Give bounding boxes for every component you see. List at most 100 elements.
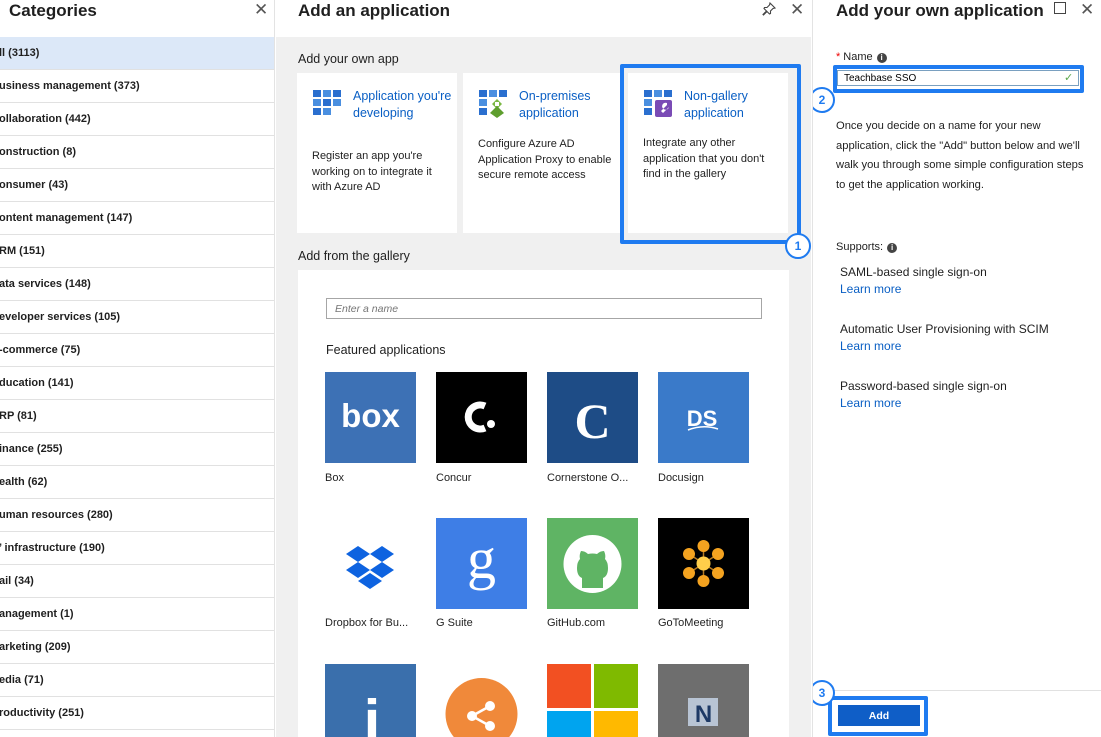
app-tile-label: Concur	[436, 472, 472, 484]
category-item[interactable]: usiness management (373)	[0, 70, 274, 103]
category-item[interactable]: ealth (62)	[0, 466, 274, 499]
info-icon[interactable]: i	[876, 53, 887, 63]
categories-panel: Categories ✕ ll (3113) usiness managemen…	[0, 0, 275, 737]
github-logo-icon	[547, 518, 638, 609]
supports-label: Supports: i	[836, 241, 898, 253]
app-tile-github[interactable]	[547, 518, 638, 609]
category-item[interactable]: anagement (1)	[0, 598, 274, 631]
card-description: Integrate any other application that you…	[643, 137, 765, 180]
dropbox-logo-icon	[325, 518, 416, 609]
add-button[interactable]: Add	[838, 705, 920, 726]
app-tile-label: GoToMeeting	[658, 617, 724, 629]
card-app-developing[interactable]: Application you're developing Register a…	[297, 73, 457, 233]
card-on-premises[interactable]: On-premises application Configure Azure …	[463, 73, 623, 233]
gallery-box: Featured applications box Box Concur	[298, 270, 789, 737]
svg-text:N: N	[695, 701, 712, 728]
categories-list: ll (3113) usiness management (373) ollab…	[0, 37, 274, 730]
category-item[interactable]: ’ infrastructure (190)	[0, 532, 274, 565]
category-item[interactable]: arketing (209)	[0, 631, 274, 664]
category-item[interactable]: ail (34)	[0, 565, 274, 598]
category-item[interactable]: onsumer (43)	[0, 169, 274, 202]
card-description: Register an app you're working on to int…	[312, 150, 432, 193]
app-grid-icon	[312, 88, 342, 118]
app-tile-docusign[interactable]: DS	[658, 372, 749, 463]
support-item: Password-based single sign-on Learn more	[840, 378, 1007, 412]
step-badge: 1	[785, 233, 811, 259]
category-item[interactable]: inance (255)	[0, 433, 274, 466]
learn-more-link[interactable]: Learn more	[840, 394, 1007, 412]
support-item: Automatic User Provisioning with SCIM Le…	[840, 321, 1049, 355]
category-item[interactable]: ducation (141)	[0, 367, 274, 400]
svg-text:g: g	[467, 526, 496, 591]
learn-more-link[interactable]: Learn more	[840, 337, 1049, 355]
app-tile-label: Cornerstone O...	[547, 472, 629, 484]
panel-title: Add your own application	[836, 1, 1044, 20]
card-title: Non-gallery application	[684, 89, 748, 120]
panel-title: Add an application	[298, 1, 451, 20]
app-tile-netsuite[interactable]: N	[658, 664, 749, 737]
category-item[interactable]: ollaboration (442)	[0, 103, 274, 136]
app-proxy-icon	[478, 88, 508, 118]
featured-label: Featured applications	[326, 343, 446, 357]
gallery-search-input[interactable]	[326, 298, 762, 319]
category-item[interactable]: edia (71)	[0, 664, 274, 697]
add-own-application-panel: Add your own application ✕ *Namei ✓ 2 On…	[812, 0, 1101, 737]
app-tile-box[interactable]: box	[325, 372, 416, 463]
name-field-label: * Name i	[836, 51, 887, 63]
checkmark-icon: ✓	[1064, 72, 1074, 84]
app-tile-label: GitHub.com	[547, 617, 606, 629]
azure-portal-window: Categories ✕ ll (3113) usiness managemen…	[0, 0, 1101, 737]
add-application-header: Add an application ✕	[276, 0, 811, 37]
gallery-section-label: Add from the gallery	[298, 249, 410, 263]
app-tile-jive[interactable]: j	[325, 664, 416, 737]
jive-logo-icon: j	[325, 664, 416, 737]
svg-text:box: box	[341, 397, 400, 434]
app-tile-label: Dropbox for Bu...	[325, 617, 409, 629]
microsoft-logo-icon	[547, 664, 638, 737]
category-item[interactable]: eveloper services (105)	[0, 301, 274, 334]
box-logo-icon: box	[325, 372, 416, 463]
app-tile-concur[interactable]	[436, 372, 527, 463]
support-item: SAML-based single sign-on Learn more	[840, 264, 987, 298]
category-item[interactable]: roductivity (251)	[0, 697, 274, 730]
pin-icon[interactable]	[762, 1, 777, 19]
app-tile-microsoft[interactable]	[547, 664, 638, 737]
app-tile-cornerstone[interactable]: C	[547, 372, 638, 463]
categories-header: Categories ✕	[8, 0, 274, 36]
category-item[interactable]: -commerce (75)	[0, 334, 274, 367]
app-tile-gsuite[interactable]: g	[436, 518, 527, 609]
app-tile-dropbox[interactable]	[325, 518, 416, 609]
add-application-panel: Add an application ✕ Add your own app Ap…	[276, 0, 811, 737]
docusign-logo-icon: DS	[658, 372, 749, 463]
maximize-icon[interactable]	[1054, 2, 1066, 14]
share-logo-icon	[436, 664, 527, 737]
category-item[interactable]: ata services (148)	[0, 268, 274, 301]
category-item[interactable]: onstruction (8)	[0, 136, 274, 169]
gsuite-logo-icon: g	[436, 518, 527, 609]
own-app-section-label: Add your own app	[298, 52, 399, 66]
app-tile-gotomeeting[interactable]	[658, 518, 749, 609]
card-non-gallery[interactable]: Non-gallery application Integrate any ot…	[628, 73, 788, 233]
app-name-input[interactable]	[837, 70, 1079, 86]
netsuite-logo-icon: N	[658, 664, 749, 737]
info-icon[interactable]: i	[887, 243, 898, 253]
close-icon[interactable]: ✕	[254, 0, 268, 20]
app-tile-label: Box	[325, 472, 344, 484]
learn-more-link[interactable]: Learn more	[840, 280, 987, 298]
close-icon[interactable]: ✕	[790, 0, 804, 20]
panel-footer: Add	[813, 690, 1101, 737]
close-icon[interactable]: ✕	[1080, 0, 1094, 20]
card-description: Configure Azure AD Application Proxy to …	[478, 138, 612, 181]
category-item[interactable]: RP (81)	[0, 400, 274, 433]
gotomeeting-logo-icon	[658, 518, 749, 609]
category-item[interactable]: uman resources (280)	[0, 499, 274, 532]
concur-logo-icon	[436, 372, 527, 463]
category-item[interactable]: ontent management (147)	[0, 202, 274, 235]
categories-title: Categories	[9, 1, 97, 20]
support-name: SAML-based single sign-on	[840, 265, 987, 279]
category-item[interactable]: ll (3113)	[0, 37, 274, 70]
app-tile-label: G Suite	[436, 617, 473, 629]
svg-text:C: C	[574, 393, 610, 449]
app-tile-share[interactable]	[436, 664, 527, 737]
category-item[interactable]: RM (151)	[0, 235, 274, 268]
